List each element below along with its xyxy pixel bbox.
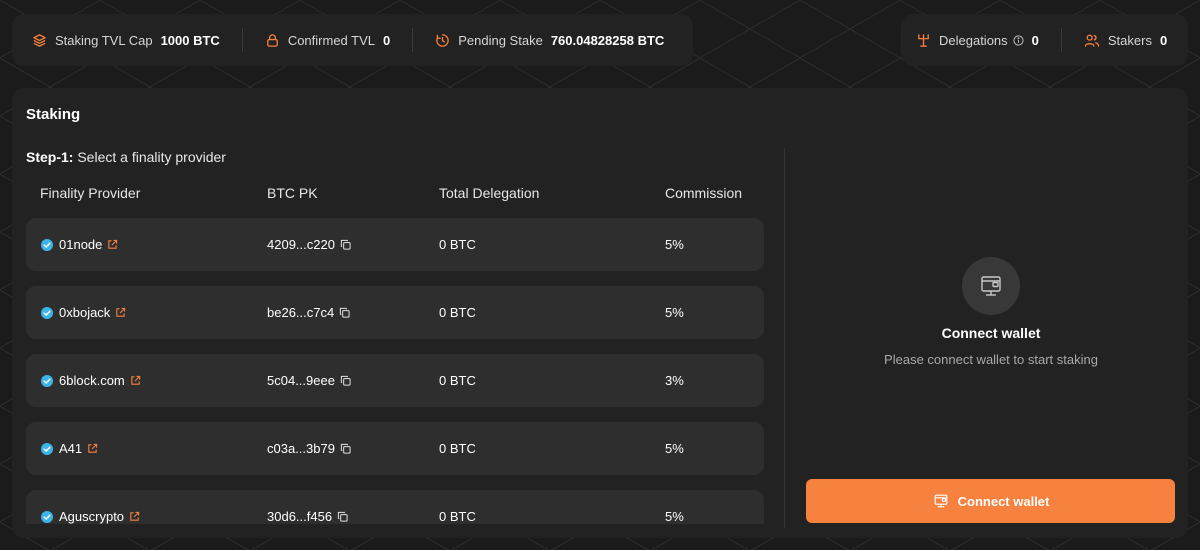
clock-icon (435, 33, 450, 48)
copy-icon[interactable] (340, 375, 351, 386)
verified-check-icon (41, 306, 53, 319)
provider-cell: A41 (41, 422, 98, 475)
pk-cell: be26...c7c4 (267, 286, 350, 339)
table-row[interactable]: Agu­scrypto 30d6...f456 0 BTC 5% (26, 490, 764, 524)
stat-label: Staking TVL Cap (55, 32, 153, 48)
commission-cell: 5% (665, 509, 684, 524)
connect-wallet-button[interactable]: Connect wallet (806, 479, 1175, 523)
btc-pk: 30d6...f456 (267, 509, 333, 524)
wallet-icon (934, 494, 947, 508)
lock-icon (265, 33, 280, 48)
stats-bar-right: Delegations 0 Stakers 0 (901, 14, 1188, 66)
provider-list[interactable]: 01node 4209...c220 0 BTC 5% 0xbojack be2… (26, 218, 764, 524)
step-heading: Step-1: Select a finality provider (26, 149, 226, 165)
stat-tvl-cap: Staking TVL Cap 1000 BTC (32, 14, 220, 66)
delegation-cell: 0 BTC (439, 441, 476, 456)
commission-cell: 5% (665, 441, 684, 456)
copy-icon[interactable] (340, 443, 351, 454)
table-row[interactable]: 01node 4209...c220 0 BTC 5% (26, 218, 764, 271)
pk-cell: 4209...c220 (267, 218, 351, 271)
stat-value: 760.04828258 BTC (550, 32, 665, 48)
delegation-cell: 0 BTC (439, 373, 476, 388)
verified-check-icon (41, 442, 53, 455)
wallet-icon (962, 257, 1020, 315)
stat-pending-stake: Pending Stake 760.04828258 BTC (435, 14, 664, 66)
pk-cell: 5c04...9eee (267, 354, 351, 407)
external-link-icon[interactable] (107, 239, 118, 250)
divider (412, 28, 414, 52)
column-header[interactable]: Total Delegation (439, 185, 539, 201)
info-icon[interactable] (1013, 34, 1024, 46)
stat-confirmed-tvl: Confirmed TVL 0 (265, 14, 390, 66)
copy-icon[interactable] (339, 307, 350, 318)
provider-cell: 0xbojack (41, 286, 126, 339)
btc-pk: be26...c7c4 (267, 305, 335, 320)
stat-label: Delegations (939, 32, 1008, 48)
layers-icon (32, 33, 47, 48)
staking-panel: Staking Step-1: Select a finality provid… (12, 88, 1188, 538)
delegation-cell: 0 BTC (439, 237, 476, 252)
connect-wallet-title: Connect wallet (941, 325, 1041, 341)
delegation-cell: 0 BTC (439, 305, 476, 320)
provider-name[interactable]: 01node (59, 237, 102, 252)
pk-cell: 30d6...f456 (267, 490, 348, 524)
provider-name[interactable]: 6block.com (59, 373, 125, 388)
table-row[interactable]: 6block.com 5c04...9eee 0 BTC 3% (26, 354, 764, 407)
step-prefix: Step-1: (26, 149, 74, 165)
column-header[interactable]: Commission (665, 185, 742, 201)
stat-value: 1000 BTC (160, 32, 220, 48)
stat-stakers: Stakers 0 (1084, 14, 1167, 66)
btc-pk: 5c04...9eee (267, 373, 335, 388)
provider-name[interactable]: 0xbojack (59, 305, 110, 320)
step-text: Select a finality provider (77, 149, 226, 165)
verified-check-icon (41, 238, 53, 251)
stat-label: Pending Stake (458, 32, 543, 48)
provider-cell: Agu­scrypto (41, 490, 140, 524)
commission-cell: 5% (665, 237, 684, 252)
provider-cell: 6block.com (41, 354, 141, 407)
external-link-icon[interactable] (130, 375, 141, 386)
commission-cell: 3% (665, 373, 684, 388)
provider-cell: 01node (41, 218, 118, 271)
users-icon (1084, 33, 1100, 48)
provider-name[interactable]: A41 (59, 441, 82, 456)
verified-check-icon (41, 374, 53, 387)
external-link-icon[interactable] (115, 307, 126, 318)
delegation-cell: 0 BTC (439, 509, 476, 524)
commission-cell: 5% (665, 305, 684, 320)
copy-icon[interactable] (340, 239, 351, 250)
external-link-icon[interactable] (129, 511, 140, 522)
table-row[interactable]: 0xbojack be26...c7c4 0 BTC 5% (26, 286, 764, 339)
stat-value: 0 (1031, 32, 1039, 48)
pk-cell: c03a...3b79 (267, 422, 351, 475)
hierarchy-icon (916, 33, 931, 48)
verified-check-icon (41, 510, 53, 523)
stat-value: 0 (1159, 32, 1168, 48)
copy-icon[interactable] (337, 511, 348, 522)
external-link-icon[interactable] (87, 443, 98, 454)
table-header: Finality Provider BTC PK Total Delegatio… (12, 185, 772, 205)
column-header[interactable]: Finality Provider (40, 185, 140, 201)
divider (241, 28, 243, 52)
page-title: Staking (26, 106, 81, 123)
column-divider (784, 148, 785, 528)
stat-delegations: Delegations 0 (916, 14, 1039, 66)
provider-name[interactable]: Agu­scrypto (59, 509, 124, 524)
divider (1060, 28, 1062, 52)
stat-label: Stakers (1107, 32, 1152, 48)
stat-value: 0 (383, 32, 391, 48)
connect-wallet-subtitle: Please connect wallet to start staking (884, 352, 1098, 367)
btc-pk: c03a...3b79 (267, 441, 335, 456)
connect-wallet-label: Connect wallet (957, 493, 1050, 509)
stats-bar: Staking TVL Cap 1000 BTC Confirmed TVL 0… (12, 14, 693, 66)
column-header[interactable]: BTC PK (267, 185, 318, 201)
btc-pk: 4209...c220 (267, 237, 335, 252)
table-row[interactable]: A41 c03a...3b79 0 BTC 5% (26, 422, 764, 475)
stat-label: Confirmed TVL (287, 32, 375, 48)
